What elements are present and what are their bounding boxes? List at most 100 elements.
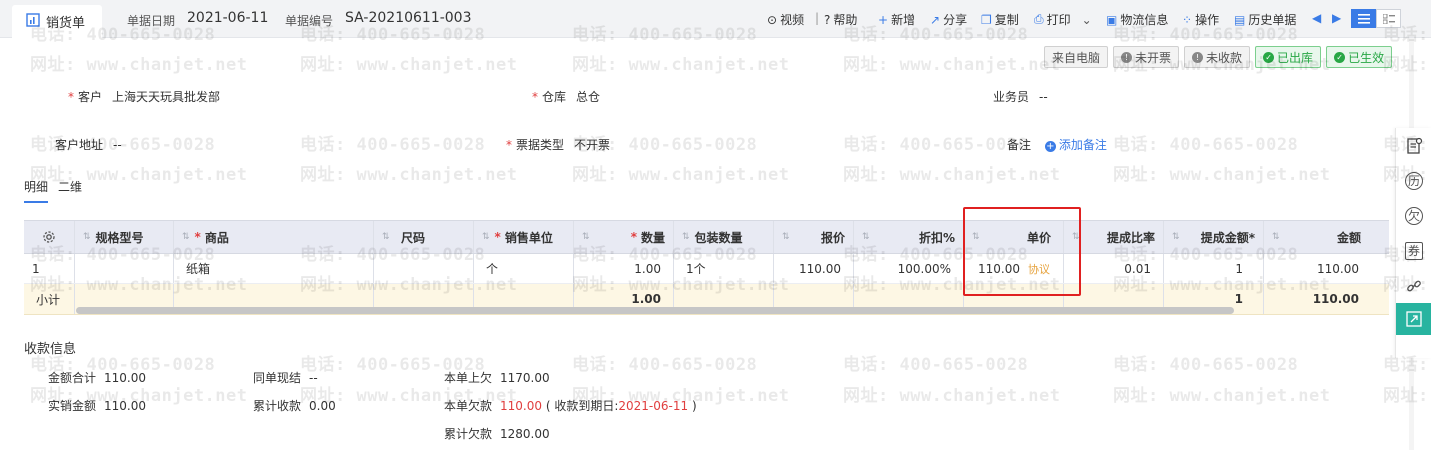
payment-label: 本单欠款 bbox=[444, 399, 493, 413]
cell-size[interactable] bbox=[374, 254, 474, 283]
sort-icon: ⇅ bbox=[83, 232, 91, 242]
doc-tab[interactable]: 销货单 bbox=[12, 5, 102, 38]
sort-icon: ⇅ bbox=[482, 232, 490, 242]
warehouse-value: 总仓 bbox=[576, 90, 601, 104]
cell-product[interactable]: 纸箱 bbox=[174, 254, 374, 283]
column-header[interactable]: ⇅ * 销售单位 bbox=[474, 221, 574, 253]
watermark-text: 电话: 400-665-0028 bbox=[1113, 355, 1299, 375]
prev-button[interactable]: ◀ bbox=[1312, 11, 1321, 25]
tab-detail[interactable]: 明细 bbox=[24, 178, 49, 203]
copy-icon: ❐ bbox=[981, 12, 992, 27]
cell-pack-qty[interactable]: 1个 bbox=[674, 254, 774, 283]
logistics-button[interactable]: ▣ 物流信息 bbox=[1106, 11, 1168, 28]
voucher-icon[interactable]: 券 bbox=[1396, 233, 1431, 268]
logistics-label: 物流信息 bbox=[1120, 13, 1169, 27]
payment-label: 实销金额 bbox=[48, 399, 97, 413]
print-button[interactable]: ⎙ 打印 ⌄ bbox=[1034, 11, 1092, 28]
cell-unit[interactable]: 个 bbox=[474, 254, 574, 283]
arrow-left-icon: ◀ bbox=[1312, 11, 1322, 25]
document-check-icon[interactable] bbox=[1396, 128, 1431, 163]
status-badge-collect: ! 未收款 bbox=[1184, 46, 1251, 68]
expand-icon[interactable] bbox=[1396, 303, 1431, 335]
card-view-button[interactable] bbox=[1376, 9, 1401, 28]
owe-glyph: 欠 bbox=[1405, 206, 1423, 225]
sort-icon: ⇅ bbox=[1172, 232, 1180, 242]
watermark-text: 网址: www.chanjet.net bbox=[572, 165, 790, 185]
copy-button[interactable]: ❐ 复制 bbox=[981, 11, 1019, 28]
doc-no-label: 单据编号 bbox=[285, 14, 334, 28]
plus-icon: + bbox=[878, 12, 889, 27]
invoice-type-value: 不开票 bbox=[574, 138, 611, 152]
help-button[interactable]: ? 帮助 bbox=[824, 11, 857, 28]
header-label: 报价 bbox=[820, 230, 845, 245]
warehouse-label: 仓库 bbox=[542, 90, 567, 104]
new-button[interactable]: + 新增 bbox=[878, 11, 915, 28]
table-row[interactable]: 1 纸箱 个 1.00 1个 110.00 100.00% 110.00 协议 0… bbox=[24, 254, 1389, 284]
cell-discount[interactable]: 100.00% bbox=[854, 254, 964, 283]
horizontal-scrollbar[interactable] bbox=[76, 307, 1234, 314]
column-header[interactable]: ⇅ 折扣% bbox=[854, 221, 964, 253]
header-label: 提成金额* bbox=[1200, 230, 1255, 245]
watermark-text: 电话: 400-665-0028 bbox=[1113, 135, 1299, 155]
owe-icon[interactable]: 欠 bbox=[1396, 198, 1431, 233]
history-icon[interactable]: 历 bbox=[1396, 163, 1431, 198]
sort-icon: ⇅ bbox=[862, 232, 870, 242]
doc-title: 销货单 bbox=[46, 16, 86, 31]
payment-prev-owe: 本单上欠 1170.00 bbox=[444, 369, 550, 386]
row-index: 1 bbox=[24, 254, 75, 283]
payment-label: 累计收款 bbox=[253, 399, 302, 413]
sort-icon: ⇅ bbox=[682, 232, 690, 242]
cell-qty[interactable]: 1.00 bbox=[574, 254, 674, 283]
customer-field[interactable]: * 客户 上海天天玩具批发部 bbox=[68, 88, 220, 105]
tab-second[interactable]: 二维 bbox=[58, 178, 82, 203]
invoice-type-label: 票据类型 bbox=[516, 138, 565, 152]
cell-quote[interactable]: 110.00 bbox=[774, 254, 854, 283]
truck-icon: ▣ bbox=[1106, 12, 1118, 27]
video-label: 视频 bbox=[780, 13, 805, 27]
column-settings-button[interactable] bbox=[24, 221, 75, 253]
watermark-text: 网址: www.chanjet.net bbox=[30, 55, 248, 75]
chevron-down-icon[interactable]: ⌄ bbox=[1082, 13, 1092, 27]
history-button[interactable]: ▤ 历史单据 bbox=[1234, 11, 1296, 28]
column-header[interactable]: ⇅ 报价 bbox=[774, 221, 854, 253]
operate-label: 操作 bbox=[1195, 13, 1220, 27]
operate-button[interactable]: ⁘ 操作 bbox=[1182, 11, 1219, 28]
column-header[interactable]: ⇅ 提成金额* bbox=[1164, 221, 1264, 253]
share-button[interactable]: ↗ 分享 bbox=[930, 11, 967, 28]
customer-value: 上海天天玩具批发部 bbox=[112, 90, 221, 104]
cell-commission-amount[interactable]: 1 bbox=[1164, 254, 1264, 283]
address-label: 客户地址 bbox=[55, 138, 104, 152]
column-header[interactable]: ⇅ 规格型号 bbox=[75, 221, 174, 253]
watermark-text: 电话: 400-665-0028 bbox=[300, 135, 486, 155]
list-view-button[interactable] bbox=[1351, 9, 1376, 28]
salesman-field[interactable]: 业务员 -- bbox=[993, 88, 1048, 105]
due-prefix: ( 收款到期日: bbox=[545, 399, 619, 413]
payment-value: 1280.00 bbox=[500, 427, 550, 441]
column-header[interactable]: ⇅ 金额 bbox=[1264, 221, 1389, 253]
payment-value: 110.00 bbox=[104, 371, 147, 385]
exclamation-icon: ! bbox=[1121, 51, 1133, 63]
column-header[interactable]: ⇅ 尺码 bbox=[374, 221, 474, 253]
cell-amount[interactable]: 110.00 bbox=[1264, 254, 1389, 283]
payment-label: 本单上欠 bbox=[444, 371, 493, 385]
doc-no-value: SA-20210611-003 bbox=[345, 10, 472, 26]
video-button[interactable]: ⊙ 视频 bbox=[767, 11, 804, 28]
badge-label: 未收款 bbox=[1206, 50, 1243, 65]
subtotal-label: 小计 bbox=[24, 284, 75, 314]
column-header[interactable]: ⇅ 包装数量 bbox=[674, 221, 774, 253]
link-icon[interactable] bbox=[1396, 268, 1431, 303]
payment-label: 金额合计 bbox=[48, 371, 97, 385]
header-label: 数量 bbox=[640, 230, 665, 245]
add-note-button[interactable]: + 添加备注 bbox=[1044, 138, 1107, 152]
payment-value: 0.00 bbox=[309, 399, 336, 413]
cell-spec[interactable] bbox=[75, 254, 174, 283]
required-mark: * bbox=[506, 138, 512, 152]
warehouse-field[interactable]: * 仓库 总仓 bbox=[532, 88, 600, 105]
invoice-type-field[interactable]: * 票据类型 不开票 bbox=[506, 136, 610, 153]
toolbar-divider: | bbox=[815, 11, 820, 25]
address-field[interactable]: 客户地址 -- bbox=[55, 136, 122, 153]
next-button[interactable]: ▶ bbox=[1332, 11, 1341, 25]
column-header[interactable]: ⇅ * 数量 bbox=[574, 221, 674, 253]
payment-section-title: 收款信息 bbox=[24, 342, 77, 357]
column-header[interactable]: ⇅ * 商品 bbox=[174, 221, 374, 253]
